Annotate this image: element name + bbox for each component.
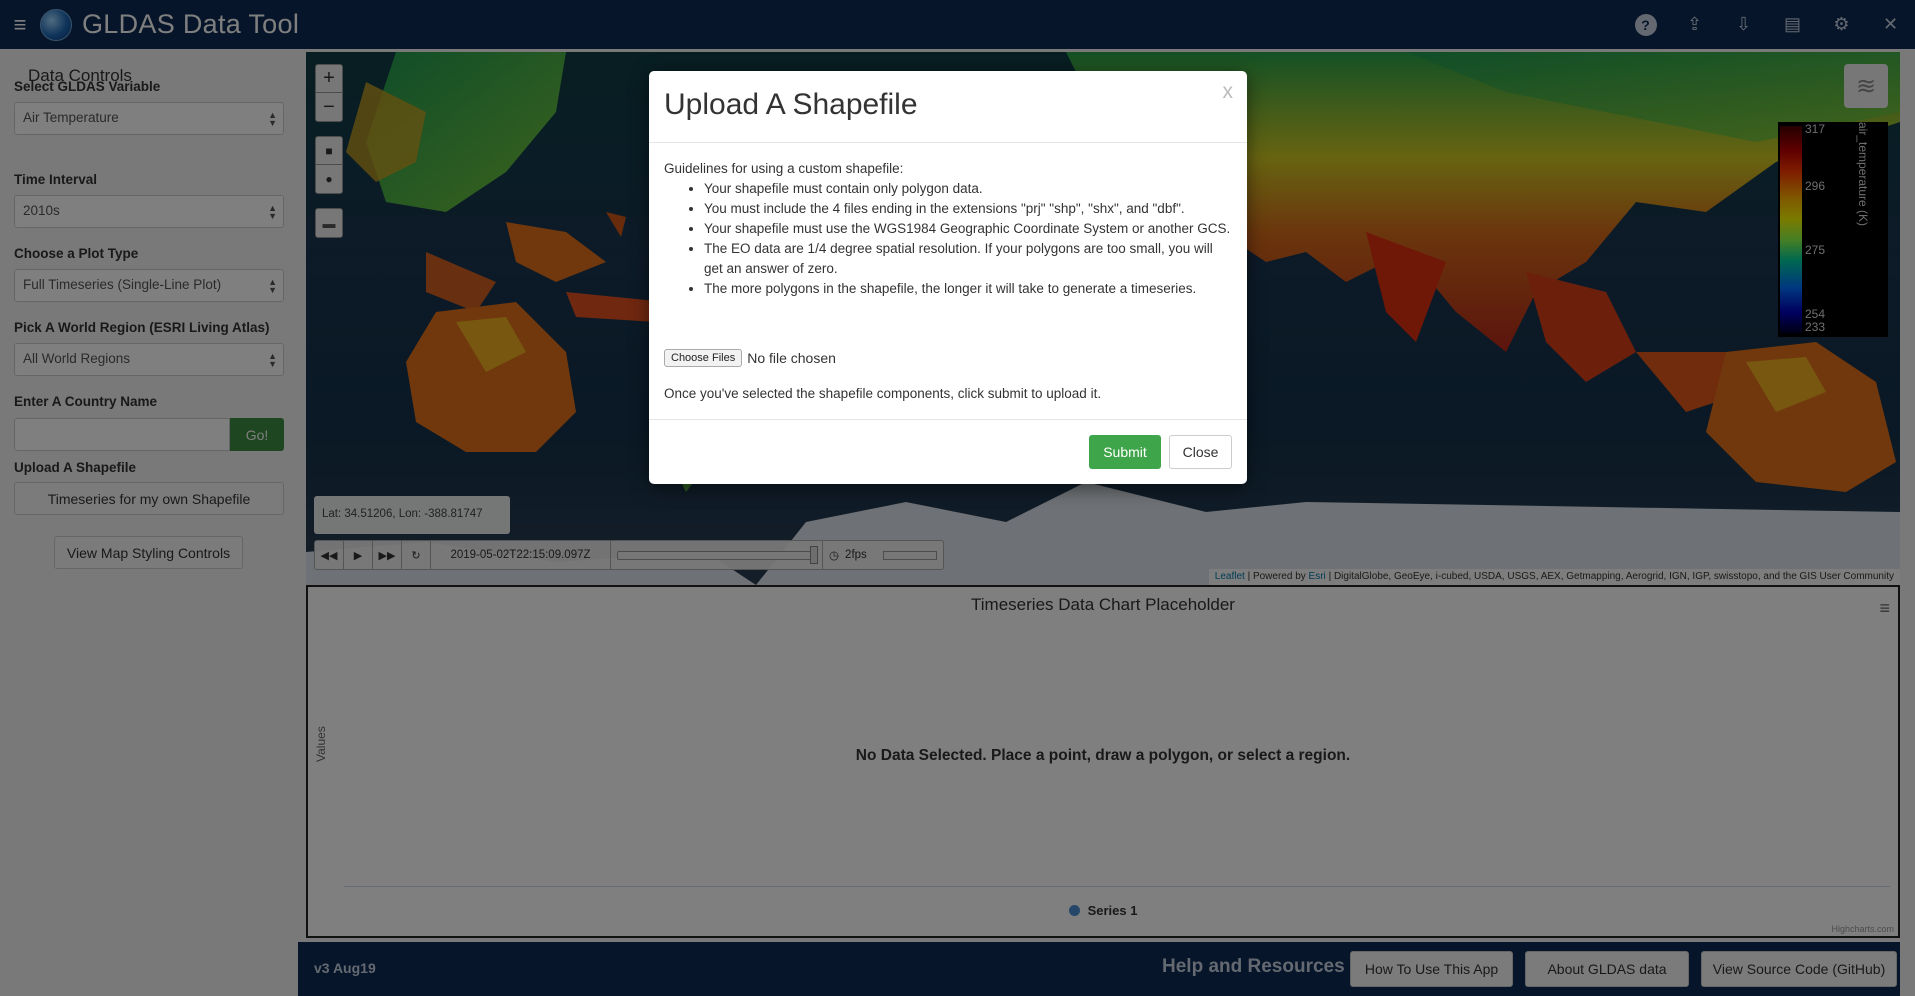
guideline-item: Your shapefile must contain only polygon…	[704, 179, 1234, 199]
guideline-item: The more polygons in the shapefile, the …	[704, 279, 1234, 299]
guidelines-list: Your shapefile must contain only polygon…	[704, 179, 1234, 299]
guideline-item: You must include the 4 files ending in t…	[704, 199, 1234, 219]
modal-close-x[interactable]: x	[1223, 80, 1234, 104]
choose-files-button[interactable]: Choose Files	[664, 349, 743, 367]
guideline-item: Your shapefile must use the WGS1984 Geog…	[704, 219, 1234, 239]
upload-shapefile-modal: Upload A Shapefile x Guidelines for usin…	[649, 71, 1247, 484]
guideline-item: The EO data are 1/4 degree spatial resol…	[704, 239, 1234, 279]
guidelines-intro: Guidelines for using a custom shapefile:	[664, 161, 904, 176]
file-status: No file chosen	[747, 350, 836, 366]
file-input: Choose Files No file chosen	[664, 349, 836, 367]
modal-body: Guidelines for using a custom shapefile:…	[664, 159, 1234, 299]
modal-footer: Submit Close	[649, 419, 1247, 484]
modal-title: Upload A Shapefile	[664, 88, 918, 121]
close-button[interactable]: Close	[1169, 435, 1232, 469]
upload-help-text: Once you've selected the shapefile compo…	[664, 386, 1102, 401]
modal-header: Upload A Shapefile x	[649, 71, 1247, 143]
submit-button[interactable]: Submit	[1089, 435, 1161, 469]
